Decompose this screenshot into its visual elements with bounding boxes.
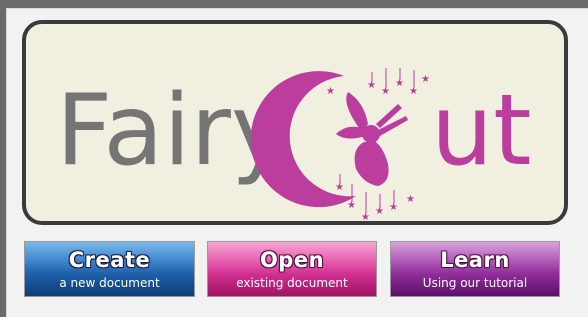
svg-text:★: ★: [375, 206, 384, 217]
svg-text:★: ★: [381, 86, 390, 97]
logo-word-cut: ut: [431, 74, 532, 188]
create-document-button[interactable]: Create a new document: [24, 241, 195, 297]
open-button-title: Open: [259, 248, 325, 272]
svg-text:★: ★: [361, 212, 370, 223]
svg-text:★: ★: [335, 182, 344, 193]
learn-tutorial-button[interactable]: Learn Using our tutorial: [390, 241, 560, 297]
open-button-subtitle: existing document: [236, 276, 348, 290]
svg-text:★: ★: [395, 78, 404, 89]
logo-panel: Fairy ★ ★ ★ ★ ★ ★ ★ ★ ★ ★ ★ ★ ut: [22, 20, 568, 225]
create-button-subtitle: a new document: [59, 276, 160, 290]
create-button-title: Create: [68, 248, 151, 272]
fairycut-logo: Fairy ★ ★ ★ ★ ★ ★ ★ ★ ★ ★ ★ ★ ut: [56, 68, 532, 223]
learn-button-subtitle: Using our tutorial: [422, 276, 528, 290]
svg-text:★: ★: [389, 202, 398, 213]
open-document-button[interactable]: Open existing document: [207, 241, 377, 297]
svg-text:★: ★: [409, 86, 418, 97]
fairy-on-crescent-moon-icon: ★ ★ ★ ★ ★ ★ ★ ★ ★ ★ ★ ★: [250, 68, 430, 223]
svg-text:★: ★: [326, 86, 335, 97]
svg-text:★: ★: [421, 74, 430, 85]
svg-text:★: ★: [367, 80, 376, 91]
svg-text:★: ★: [347, 200, 356, 211]
svg-text:★: ★: [406, 194, 415, 205]
learn-button-title: Learn: [440, 248, 510, 272]
